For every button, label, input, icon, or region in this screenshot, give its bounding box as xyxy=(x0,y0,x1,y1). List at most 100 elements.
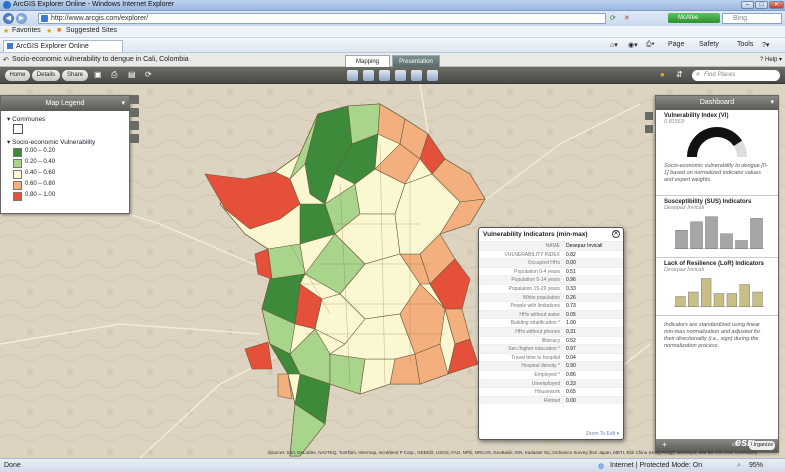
close-window-button[interactable]: ✕ xyxy=(769,1,784,9)
query-icon[interactable] xyxy=(427,70,438,81)
status-text: Done xyxy=(4,462,21,469)
feeds-icon[interactable]: ◉▾ xyxy=(628,41,638,49)
favorites-star-icon[interactable]: ★ xyxy=(3,27,9,35)
popup-close-button[interactable]: ✕ xyxy=(612,230,620,238)
safety-menu[interactable]: Safety xyxy=(699,41,719,48)
sus-bar-chart xyxy=(674,216,764,250)
popup-footer[interactable]: Zoom To Edit ▾ xyxy=(479,430,623,439)
dashboard-menu-icon[interactable]: ▾ xyxy=(770,96,774,110)
window-title: ArcGIS Explorer Online - Windows Interne… xyxy=(13,1,175,8)
print-map-icon[interactable]: ⎙ xyxy=(111,70,117,80)
back-button[interactable]: ◀ xyxy=(3,13,14,24)
legend-toggle-icon[interactable] xyxy=(130,95,139,104)
legend-swatch xyxy=(13,192,22,201)
popup-row: Population 5-14 years 0.96 xyxy=(479,275,623,284)
dashboard-panel: Dashboard ▾ Vulnerability Index (VI) 0.8… xyxy=(655,95,779,453)
map-attribution: Sources: Esri, DeLorme, NAVTEQ, TomTom, … xyxy=(268,450,758,455)
popup-field-value: 0.00 xyxy=(566,397,576,404)
legend-class-label: 0.80 – 1.00 xyxy=(25,192,56,198)
popup-row: Building stratification * 1.00 xyxy=(479,318,623,327)
legend-class-row: 0.40 – 0.60 xyxy=(1,169,129,180)
zoom-icon: ⌕ xyxy=(737,462,741,469)
tab-presentation[interactable]: Presentation xyxy=(392,55,440,67)
communes-section[interactable]: ▾ Communes xyxy=(1,111,129,124)
zoom-level[interactable]: 95% xyxy=(749,462,763,469)
popup-field-name: Retired xyxy=(543,397,560,404)
legend-side-tools xyxy=(130,95,140,165)
legend-title: Map Legend xyxy=(45,100,85,107)
layer-tool-icon[interactable] xyxy=(130,108,139,117)
address-bar-row: ◀ ▶ http://www.arcgis.com/explorer/ ⟳ ✕ … xyxy=(0,11,785,26)
share-button[interactable]: Share xyxy=(62,70,88,81)
refresh-map-icon[interactable]: ⟳ xyxy=(145,70,152,79)
page-menu[interactable]: Page xyxy=(668,41,684,48)
popup-row: HHs without water 0.05 xyxy=(479,309,623,319)
map-title: Socio-economic vulnerability to dengue i… xyxy=(12,56,189,63)
mcafee-button[interactable]: McAfee xyxy=(668,13,720,23)
communes-swatch xyxy=(13,124,23,134)
legend-class-label: 0.60 – 0.80 xyxy=(25,181,56,187)
maximize-button[interactable]: □ xyxy=(755,1,768,9)
tab-mapping[interactable]: Mapping xyxy=(345,55,390,67)
lor-chart-widget[interactable]: Lack of Resilience (LoR) Indicators Dese… xyxy=(656,258,778,316)
dashboard-pin-icon[interactable] xyxy=(645,125,653,133)
popup-row: Unemployed 0.33 xyxy=(479,378,623,388)
stop-icon[interactable]: ✕ xyxy=(624,15,630,22)
browser-tab[interactable]: ArcGIS Explorer Online xyxy=(3,40,123,52)
undo-icon[interactable]: ↶ xyxy=(3,56,9,64)
indicator-bar xyxy=(690,221,703,250)
security-zone[interactable]: Internet | Protected Mode: On xyxy=(610,462,702,469)
popup-row: People with limitations 0.73 xyxy=(479,301,623,310)
tools-menu[interactable]: Tools xyxy=(737,41,753,48)
print-icon[interactable]: ⎙▾ xyxy=(646,41,655,49)
forward-button[interactable]: ▶ xyxy=(16,13,27,24)
add-favorite-icon[interactable]: ★ xyxy=(46,27,52,35)
popup-row: NAME Desepaz Invicali xyxy=(479,241,623,250)
suggested-sites-link[interactable]: Suggested Sites xyxy=(66,27,117,34)
sus-chart-widget[interactable]: Susceptibility (SUS) Indicators Desepaz … xyxy=(656,196,778,258)
favorites-button[interactable]: Favorites xyxy=(12,27,41,34)
home-button[interactable]: Home xyxy=(5,70,30,81)
favorites-bar: ★ Favorites ★ ■ Suggested Sites xyxy=(0,26,785,38)
popup-row: Illiteracy 0.52 xyxy=(479,335,623,345)
details-button[interactable]: Details xyxy=(32,70,60,81)
add-widget-icon[interactable]: + xyxy=(662,440,667,449)
app-help-button[interactable]: ? Help ▾ xyxy=(760,56,782,63)
indicator-bar xyxy=(739,284,750,308)
measure-icon[interactable] xyxy=(395,70,406,81)
routing-icon[interactable]: ⇵ xyxy=(676,70,683,79)
layers-icon[interactable]: ▤ xyxy=(128,70,136,79)
indicator-bar xyxy=(675,230,688,250)
markup-icon[interactable] xyxy=(411,70,422,81)
legend-header: Map Legend ▾ xyxy=(1,96,129,111)
indicator-bar xyxy=(713,293,725,308)
table-tool-icon[interactable] xyxy=(130,134,139,143)
save-icon[interactable]: ▣ xyxy=(94,70,102,79)
vulnerability-popup: Vulnerability Indicators (min-max) ✕ NAM… xyxy=(478,227,624,440)
find-places-input[interactable]: Find Places xyxy=(692,70,780,81)
popup-row: Occupied HHs 0.00 xyxy=(479,258,623,267)
internet-zone-icon: ◍ xyxy=(598,463,605,470)
indicator-bar xyxy=(750,218,763,250)
add-content-icon[interactable] xyxy=(363,70,374,81)
vulnerability-section[interactable]: ▾ Socio-economic Vulnerability xyxy=(1,134,129,147)
popup-row: HHs without phones 0.31 xyxy=(479,326,623,336)
dashboard-collapse-icon[interactable] xyxy=(645,112,653,120)
vi-gauge-widget[interactable]: Vulnerability Index (VI) 0.81563 Socio-e… xyxy=(656,110,778,196)
basemap-icon[interactable] xyxy=(347,70,358,81)
help-icon[interactable]: ?▾ xyxy=(762,41,769,49)
vi-title: Vulnerability Index (VI) xyxy=(664,113,729,119)
info-tool-icon[interactable] xyxy=(130,121,139,130)
legend-collapse-icon[interactable]: ▾ xyxy=(121,96,125,111)
home-page-icon[interactable]: ⌂▾ xyxy=(610,41,618,49)
browser-search-input[interactable]: Bing xyxy=(722,13,782,24)
indicator-bar xyxy=(675,296,686,308)
indicator-bar xyxy=(688,291,699,308)
address-buttons: ⟳ ✕ xyxy=(606,13,666,24)
refresh-icon[interactable]: ⟳ xyxy=(610,15,616,22)
address-input[interactable]: http://www.arcgis.com/explorer/ xyxy=(38,13,606,24)
pushpin-icon[interactable]: ● xyxy=(660,70,665,79)
navigate-icon[interactable] xyxy=(379,70,390,81)
minimize-button[interactable]: – xyxy=(741,1,754,9)
vi-description: Socio-economic vulnerability to dengue [… xyxy=(664,163,768,183)
